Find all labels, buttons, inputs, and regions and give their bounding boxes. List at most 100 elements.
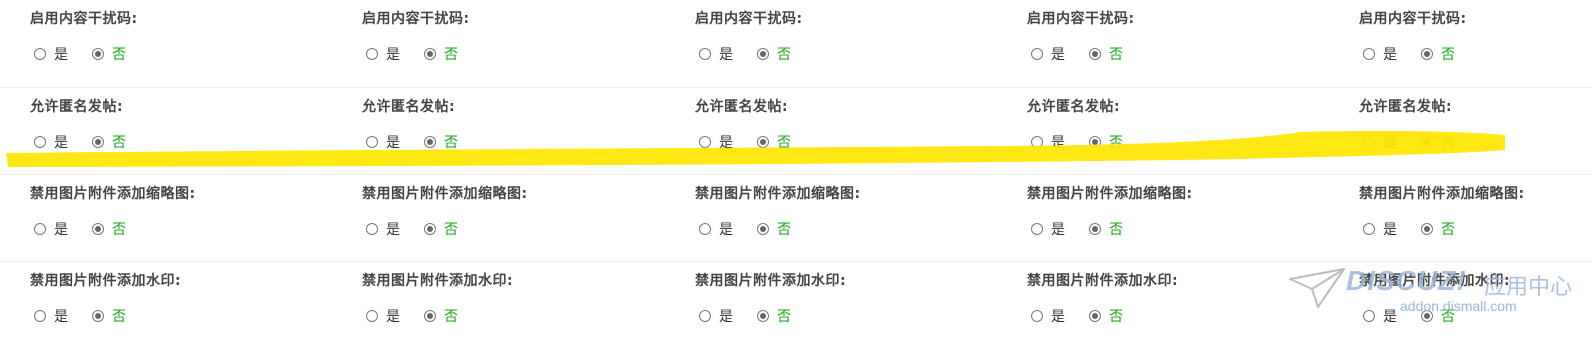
radio-yes[interactable] [1031, 223, 1043, 235]
radio-option-yes[interactable]: 是 [699, 44, 733, 64]
radio-yes[interactable] [366, 48, 378, 60]
radio-group: 是否 [1031, 306, 1147, 326]
radio-yes[interactable] [366, 223, 378, 235]
radio-label-no: 否 [444, 135, 458, 151]
radio-option-no[interactable]: 否 [757, 132, 791, 152]
radio-option-yes[interactable]: 是 [1363, 132, 1397, 152]
radio-no[interactable] [757, 223, 769, 235]
radio-yes[interactable] [34, 136, 46, 148]
radio-option-no[interactable]: 否 [92, 132, 126, 152]
radio-no[interactable] [92, 310, 104, 322]
radio-option-no[interactable]: 否 [424, 132, 458, 152]
radio-option-yes[interactable]: 是 [366, 44, 400, 64]
radio-no[interactable] [1421, 223, 1433, 235]
radio-no[interactable] [757, 48, 769, 60]
radio-no[interactable] [92, 136, 104, 148]
radio-label-yes: 是 [1383, 47, 1397, 63]
radio-yes[interactable] [1363, 223, 1375, 235]
radio-no[interactable] [424, 310, 436, 322]
radio-group: 是否 [1363, 306, 1479, 326]
radio-option-no[interactable]: 否 [1421, 132, 1455, 152]
radio-option-yes[interactable]: 是 [366, 306, 400, 326]
radio-label-yes: 是 [1383, 309, 1397, 325]
radio-no[interactable] [92, 223, 104, 235]
radio-option-no[interactable]: 否 [1089, 219, 1123, 239]
radio-no[interactable] [757, 136, 769, 148]
radio-yes[interactable] [34, 48, 46, 60]
radio-yes[interactable] [366, 136, 378, 148]
radio-label-no: 否 [112, 222, 126, 238]
setting-label: 禁用图片附件添加缩略图: [362, 186, 528, 202]
radio-option-yes[interactable]: 是 [1031, 219, 1065, 239]
radio-yes[interactable] [1031, 48, 1043, 60]
radio-yes[interactable] [1031, 310, 1043, 322]
radio-yes[interactable] [366, 310, 378, 322]
radio-option-yes[interactable]: 是 [1031, 44, 1065, 64]
radio-no[interactable] [1089, 48, 1101, 60]
radio-yes[interactable] [699, 48, 711, 60]
radio-yes[interactable] [699, 223, 711, 235]
radio-option-yes[interactable]: 是 [699, 306, 733, 326]
setting-label: 禁用图片附件添加缩略图: [30, 186, 196, 202]
radio-option-no[interactable]: 否 [92, 306, 126, 326]
radio-option-yes[interactable]: 是 [34, 44, 68, 64]
radio-option-no[interactable]: 否 [92, 44, 126, 64]
radio-option-no[interactable]: 否 [1421, 219, 1455, 239]
radio-option-yes[interactable]: 是 [366, 132, 400, 152]
radio-yes[interactable] [1363, 136, 1375, 148]
radio-option-yes[interactable]: 是 [34, 306, 68, 326]
radio-option-yes[interactable]: 是 [699, 219, 733, 239]
radio-yes[interactable] [1363, 48, 1375, 60]
radio-no[interactable] [1421, 136, 1433, 148]
radio-label-yes: 是 [54, 222, 68, 238]
radio-option-yes[interactable]: 是 [1031, 306, 1065, 326]
radio-option-yes[interactable]: 是 [34, 219, 68, 239]
radio-option-no[interactable]: 否 [1421, 44, 1455, 64]
radio-yes[interactable] [699, 136, 711, 148]
radio-no[interactable] [424, 223, 436, 235]
radio-option-yes[interactable]: 是 [1363, 306, 1397, 326]
settings-row-content-interference: 启用内容干扰码: 是否启用内容干扰码: 是否启用内容干扰码: 是否启用内容干扰码: 是否… [0, 0, 1592, 87]
radio-group: 是否 [1363, 44, 1479, 64]
radio-yes[interactable] [1363, 310, 1375, 322]
setting-label: 允许匿名发帖: [1027, 99, 1121, 115]
radio-option-yes[interactable]: 是 [34, 132, 68, 152]
radio-option-no[interactable]: 否 [1089, 306, 1123, 326]
setting-label: 禁用图片附件添加缩略图: [695, 186, 861, 202]
radio-no[interactable] [1089, 136, 1101, 148]
radio-option-no[interactable]: 否 [424, 219, 458, 239]
radio-no[interactable] [757, 310, 769, 322]
radio-yes[interactable] [1031, 136, 1043, 148]
radio-option-no[interactable]: 否 [1421, 306, 1455, 326]
setting-label: 启用内容干扰码: [695, 11, 803, 27]
radio-option-yes[interactable]: 是 [1031, 132, 1065, 152]
setting-label: 禁用图片附件添加缩略图: [1027, 186, 1193, 202]
radio-option-no[interactable]: 否 [92, 219, 126, 239]
radio-yes[interactable] [34, 223, 46, 235]
radio-option-yes[interactable]: 是 [699, 132, 733, 152]
radio-no[interactable] [1421, 310, 1433, 322]
radio-option-yes[interactable]: 是 [1363, 219, 1397, 239]
radio-no[interactable] [424, 48, 436, 60]
radio-option-no[interactable]: 否 [424, 306, 458, 326]
radio-option-no[interactable]: 否 [1089, 44, 1123, 64]
radio-no[interactable] [1421, 48, 1433, 60]
radio-label-no: 否 [112, 135, 126, 151]
radio-option-no[interactable]: 否 [757, 219, 791, 239]
radio-no[interactable] [1089, 310, 1101, 322]
radio-option-no[interactable]: 否 [1089, 132, 1123, 152]
setting-label: 启用内容干扰码: [1359, 11, 1467, 27]
radio-yes[interactable] [699, 310, 711, 322]
radio-option-no[interactable]: 否 [757, 306, 791, 326]
radio-option-yes[interactable]: 是 [1363, 44, 1397, 64]
radio-option-no[interactable]: 否 [424, 44, 458, 64]
radio-no[interactable] [1089, 223, 1101, 235]
radio-option-no[interactable]: 否 [757, 44, 791, 64]
radio-no[interactable] [92, 48, 104, 60]
radio-yes[interactable] [34, 310, 46, 322]
radio-option-yes[interactable]: 是 [366, 219, 400, 239]
radio-group: 是否 [1363, 219, 1479, 239]
setting-label: 禁用图片附件添加水印: [30, 273, 182, 289]
radio-label-yes: 是 [1383, 222, 1397, 238]
radio-no[interactable] [424, 136, 436, 148]
